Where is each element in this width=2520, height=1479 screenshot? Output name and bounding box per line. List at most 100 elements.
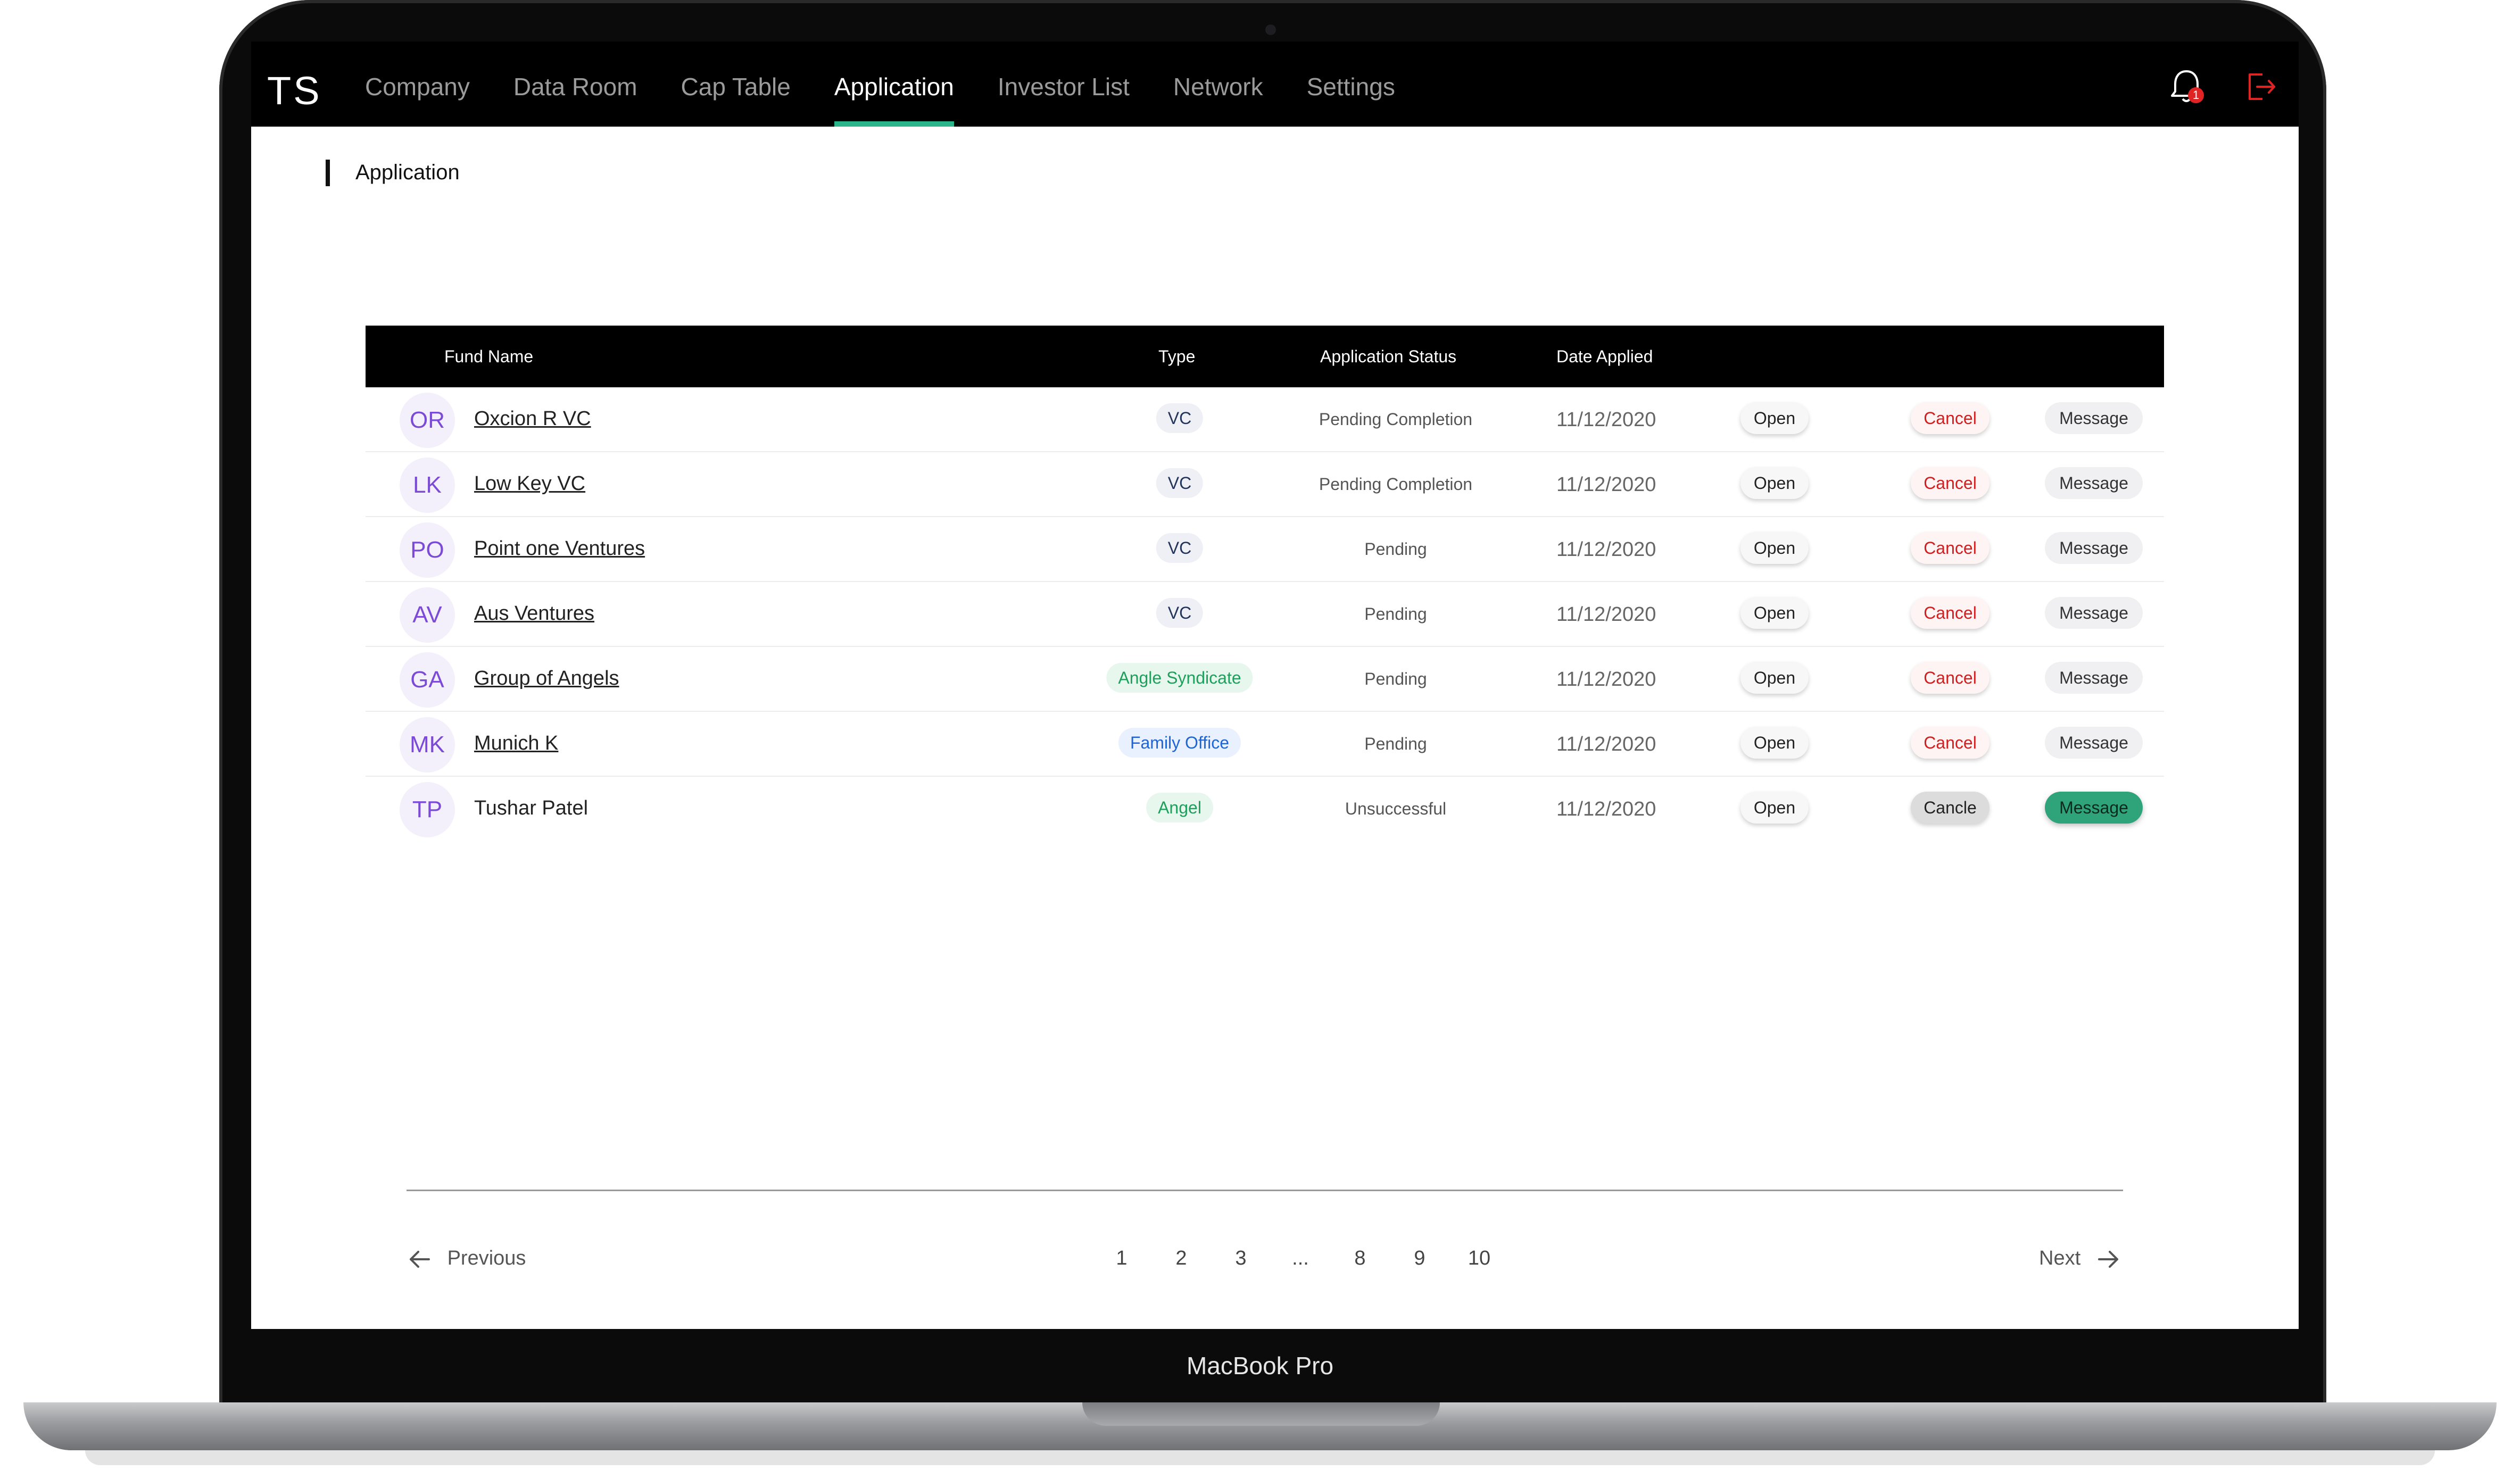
nav-item-company[interactable]: Company (365, 41, 470, 127)
fund-name-link[interactable]: Aus Ventures (474, 602, 594, 625)
nav-item-cap-table[interactable]: Cap Table (681, 41, 791, 127)
open-button[interactable]: Open (1740, 792, 1809, 824)
open-button[interactable]: Open (1740, 597, 1809, 629)
camera-icon (1265, 24, 1276, 35)
application-status: Pending Completion (1319, 475, 1473, 494)
date-applied: 11/12/2020 (1556, 538, 1656, 561)
table-row: PO Point one Ventures VC Pending 11/12/2… (366, 517, 2164, 582)
nav-item-data-room[interactable]: Data Room (513, 41, 637, 127)
date-applied: 11/12/2020 (1556, 733, 1656, 755)
previous-label: Previous (447, 1247, 526, 1269)
application-status: Unsuccessful (1345, 799, 1447, 818)
type-badge: Angel (1146, 793, 1213, 822)
app-logo[interactable]: TS (267, 68, 322, 113)
application-status: Pending (1364, 604, 1427, 624)
type-badge: Angle Syndicate (1106, 663, 1253, 693)
fund-name-link[interactable]: Munich K (474, 732, 558, 755)
message-button[interactable]: Message (2045, 467, 2143, 499)
page-number[interactable]: 1 (1092, 1247, 1151, 1270)
date-applied: 11/12/2020 (1556, 668, 1656, 691)
table-header: Fund Name Type Application Status Date A… (366, 326, 2164, 387)
page-number[interactable]: 8 (1330, 1247, 1390, 1270)
previous-button[interactable]: Previous (408, 1247, 526, 1270)
application-status: Pending Completion (1319, 410, 1473, 429)
type-badge: Family Office (1118, 728, 1241, 758)
fund-name-link[interactable]: Tushar Patel (474, 797, 588, 820)
date-applied: 11/12/2020 (1556, 473, 1656, 496)
fund-name-link[interactable]: Group of Angels (474, 667, 619, 690)
message-button[interactable]: Message (2045, 402, 2143, 434)
avatar: PO (400, 522, 455, 578)
avatar: AV (400, 587, 455, 643)
breadcrumb-marker (326, 160, 330, 186)
page-ellipsis: ... (1292, 1247, 1309, 1269)
type-badge: VC (1156, 468, 1204, 498)
nav-item-investor-list[interactable]: Investor List (998, 41, 1130, 127)
type-badge: VC (1156, 403, 1204, 433)
application-status: Pending (1364, 539, 1427, 559)
page-number[interactable]: 2 (1151, 1247, 1211, 1270)
type-badge: VC (1156, 533, 1204, 563)
avatar: TP (400, 782, 455, 837)
cancel-button[interactable]: Cancle (1911, 792, 1990, 824)
message-button[interactable]: Message (2045, 662, 2143, 694)
header-date: Date Applied (1556, 347, 1653, 366)
page-number[interactable]: 3 (1211, 1247, 1271, 1270)
next-label: Next (2039, 1247, 2081, 1269)
laptop-notch (1082, 1402, 1440, 1426)
type-badge: VC (1156, 598, 1204, 628)
page-number[interactable]: 9 (1390, 1247, 1449, 1270)
logout-icon[interactable] (2243, 69, 2278, 104)
avatar: MK (400, 717, 455, 772)
breadcrumb: Application (355, 161, 460, 184)
nav-item-network[interactable]: Network (1173, 41, 1263, 127)
cancel-button[interactable]: Cancel (1911, 402, 1990, 434)
header-status: Application Status (1320, 347, 1457, 366)
pagination-divider (407, 1190, 2123, 1191)
fund-name-link[interactable]: Point one Ventures (474, 537, 645, 560)
applications-table: Fund Name Type Application Status Date A… (366, 326, 2164, 841)
fund-name-link[interactable]: Low Key VC (474, 472, 585, 495)
nav-item-application[interactable]: Application (834, 41, 954, 127)
avatar: GA (400, 652, 455, 708)
message-button[interactable]: Message (2045, 597, 2143, 629)
table-row: MK Munich K Family Office Pending 11/12/… (366, 712, 2164, 777)
laptop-shadow (85, 1450, 2435, 1465)
nav-item-settings[interactable]: Settings (1307, 41, 1395, 127)
arrow-left-icon (410, 1250, 430, 1268)
message-button[interactable]: Message (2045, 727, 2143, 759)
cancel-button[interactable]: Cancel (1911, 467, 1990, 499)
open-button[interactable]: Open (1740, 467, 1809, 499)
application-status: Pending (1364, 669, 1427, 688)
header-fund-name: Fund Name (444, 347, 534, 366)
top-nav: TS Company Data Room Cap Table Applicati… (251, 41, 2299, 127)
application-status: Pending (1364, 734, 1427, 753)
page-numbers: 1 2 3 ... 8 9 10 (1092, 1247, 1509, 1270)
device-label: MacBook Pro (1186, 1352, 1334, 1380)
nav-menu: Company Data Room Cap Table Application … (365, 41, 1439, 127)
avatar: OR (400, 393, 455, 448)
open-button[interactable]: Open (1740, 402, 1809, 434)
cancel-button[interactable]: Cancel (1911, 662, 1990, 694)
open-button[interactable]: Open (1740, 727, 1809, 759)
date-applied: 11/12/2020 (1556, 409, 1656, 431)
cancel-button[interactable]: Cancel (1911, 727, 1990, 759)
date-applied: 11/12/2020 (1556, 798, 1656, 820)
date-applied: 11/12/2020 (1556, 603, 1656, 626)
cancel-button[interactable]: Cancel (1911, 532, 1990, 564)
notification-badge: 1 (2188, 87, 2204, 103)
table-row: OR Oxcion R VC VC Pending Completion 11/… (366, 387, 2164, 452)
cancel-button[interactable]: Cancel (1911, 597, 1990, 629)
open-button[interactable]: Open (1740, 532, 1809, 564)
main-content: Application Fund Name Type Application S… (251, 127, 2299, 1329)
open-button[interactable]: Open (1740, 662, 1809, 694)
fund-name-link[interactable]: Oxcion R VC (474, 408, 591, 430)
page-number[interactable]: 10 (1449, 1247, 1509, 1270)
next-button[interactable]: Next (2039, 1247, 2120, 1270)
message-button[interactable]: Message (2045, 792, 2143, 824)
header-type: Type (1158, 347, 1196, 366)
bell-icon[interactable]: 1 (2169, 68, 2204, 105)
message-button[interactable]: Message (2045, 532, 2143, 564)
table-row: GA Group of Angels Angle Syndicate Pendi… (366, 647, 2164, 712)
table-row: TP Tushar Patel Angel Unsuccessful 11/12… (366, 777, 2164, 841)
